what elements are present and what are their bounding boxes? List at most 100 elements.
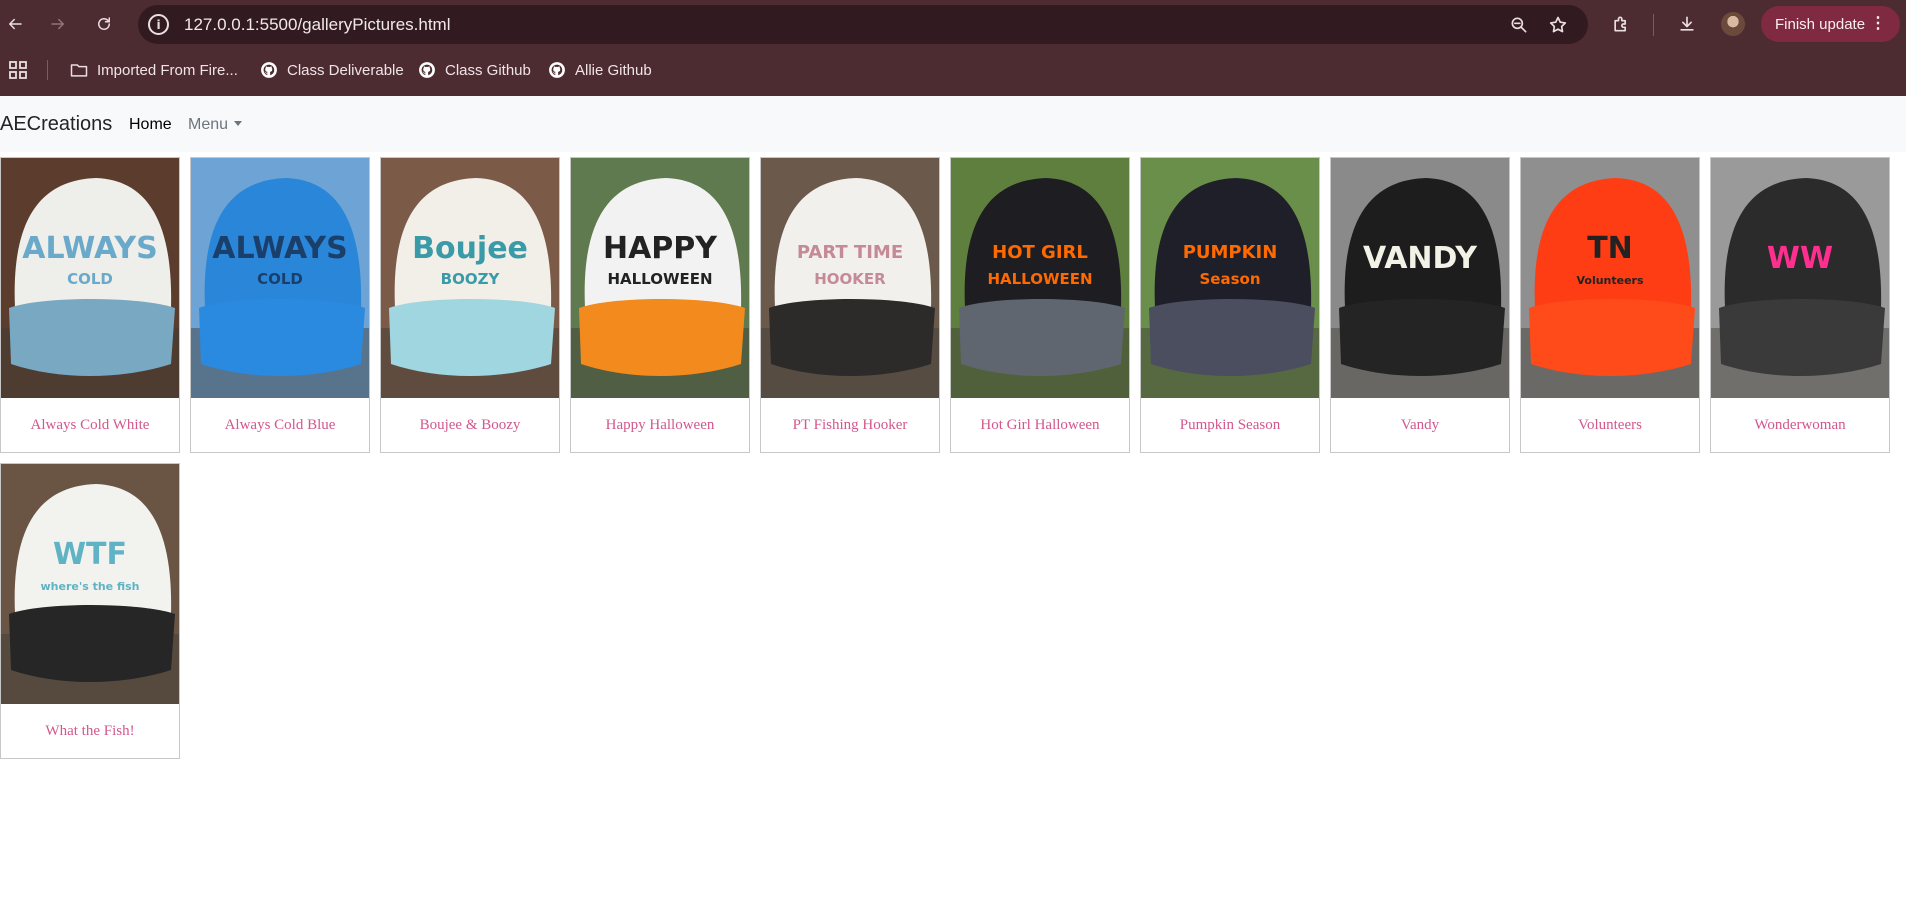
hat-print-main: Boujee [412, 231, 528, 266]
hat-bill [579, 299, 745, 376]
hat-image: WW [1711, 158, 1889, 398]
caret-down-icon [234, 121, 243, 126]
bookmark-imported[interactable]: Imported From Fire... [69, 58, 238, 82]
brand-logo[interactable]: AECreations [0, 113, 112, 136]
gallery-card[interactable]: VANDY Vandy [1330, 157, 1510, 453]
hat-bill [1149, 299, 1315, 376]
hat-print-sub: Season [1199, 270, 1260, 288]
nav-home-link[interactable]: Home [129, 116, 172, 134]
hat-bill [1529, 299, 1695, 376]
hat-image: WTF where's the fish [1, 464, 179, 704]
back-icon[interactable] [1, 10, 29, 38]
hat-print-sub: HOOKER [814, 270, 886, 288]
gallery-card[interactable]: Boujee BOOZY Boujee & Boozy [380, 157, 560, 453]
hat-print-main: PUMPKIN [1183, 242, 1278, 263]
hat-print-main: WW [1767, 241, 1833, 276]
hat-print-sub: COLD [257, 270, 303, 288]
gallery-caption[interactable]: Always Cold White [1, 398, 179, 452]
bookmark-label: Class Github [445, 61, 531, 79]
hat-photo[interactable]: PUMPKIN Season [1141, 158, 1319, 398]
gallery-caption[interactable]: Pumpkin Season [1141, 398, 1319, 452]
hat-print-main: ALWAYS [212, 231, 347, 266]
hat-image: PART TIME HOOKER [761, 158, 939, 398]
profile-avatar[interactable] [1721, 12, 1745, 36]
gallery-card[interactable]: PUMPKIN Season Pumpkin Season [1140, 157, 1320, 453]
address-bar[interactable]: i 127.0.0.1:5500/galleryPictures.html [138, 5, 1588, 44]
gallery-caption[interactable]: Hot Girl Halloween [951, 398, 1129, 452]
hat-bill [1719, 299, 1885, 376]
bookmark-allie-github[interactable]: Allie Github [547, 58, 652, 82]
finish-update-label: Finish update [1775, 15, 1866, 33]
folder-icon [70, 64, 88, 77]
github-icon [261, 62, 277, 78]
gallery-card[interactable]: PART TIME HOOKER PT Fishing Hooker [760, 157, 940, 453]
hat-print-main: TN [1587, 231, 1633, 266]
hat-photo[interactable]: VANDY [1331, 158, 1509, 398]
hat-bill [199, 299, 365, 376]
gallery-caption[interactable]: Vandy [1331, 398, 1509, 452]
hat-print-sub: COLD [67, 270, 113, 288]
reload-icon[interactable] [90, 10, 118, 38]
hat-image: HAPPY HALLOWEEN [571, 158, 749, 398]
github-icon [549, 62, 565, 78]
hat-print-main: HAPPY [603, 231, 718, 266]
gallery-caption[interactable]: What the Fish! [1, 704, 179, 758]
hat-bill [9, 299, 175, 376]
hat-photo[interactable]: PART TIME HOOKER [761, 158, 939, 398]
hat-photo[interactable]: TN Volunteers [1521, 158, 1699, 398]
hat-bill [1339, 299, 1505, 376]
site-info-icon[interactable]: i [148, 14, 169, 35]
extensions-icon[interactable] [1611, 14, 1633, 36]
hat-print-sub: HALLOWEEN [607, 270, 712, 288]
hat-image: TN Volunteers [1521, 158, 1699, 398]
gallery-card[interactable]: HOT GIRL HALLOWEEN Hot Girl Halloween [950, 157, 1130, 453]
nav-menu-label: Menu [188, 116, 229, 133]
hat-bill [9, 605, 175, 682]
hat-print-sub: HALLOWEEN [987, 270, 1092, 288]
bookmark-label: Allie Github [575, 61, 652, 79]
bookmark-class-github[interactable]: Class Github [417, 58, 531, 82]
nav-menu-dropdown[interactable]: Menu [188, 116, 243, 134]
bookmark-class-deliverable[interactable]: Class Deliverable [259, 58, 404, 82]
finish-update-button[interactable]: Finish update ⋮ [1761, 6, 1900, 42]
url-text[interactable]: 127.0.0.1:5500/galleryPictures.html [184, 15, 451, 35]
hat-photo[interactable]: ALWAYS COLD [1, 158, 179, 398]
github-icon [419, 62, 435, 78]
apps-grid-icon[interactable] [8, 60, 28, 80]
more-menu-icon[interactable]: ⋮ [1870, 14, 1886, 34]
gallery-caption[interactable]: Volunteers [1521, 398, 1699, 452]
hat-photo[interactable]: HOT GIRL HALLOWEEN [951, 158, 1129, 398]
forward-icon[interactable] [44, 10, 72, 38]
gallery-card[interactable]: ALWAYS COLD Always Cold White [0, 157, 180, 453]
toolbar-divider [1653, 14, 1654, 36]
star-icon[interactable] [1548, 15, 1568, 35]
hat-image: ALWAYS COLD [191, 158, 369, 398]
bookmark-label: Class Deliverable [287, 61, 404, 79]
gallery-caption[interactable]: Always Cold Blue [191, 398, 369, 452]
hat-print-sub: where's the fish [41, 580, 140, 593]
hat-photo[interactable]: ALWAYS COLD [191, 158, 369, 398]
gallery-caption[interactable]: Wonderwoman [1711, 398, 1889, 452]
gallery-caption[interactable]: PT Fishing Hooker [761, 398, 939, 452]
download-icon[interactable] [1677, 14, 1699, 36]
gallery-card[interactable]: ALWAYS COLD Always Cold Blue [190, 157, 370, 453]
hat-photo[interactable]: Boujee BOOZY [381, 158, 559, 398]
hat-photo[interactable]: WTF where's the fish [1, 464, 179, 704]
gallery-card[interactable]: HAPPY HALLOWEEN Happy Halloween [570, 157, 750, 453]
hat-image: ALWAYS COLD [1, 158, 179, 398]
hat-print-main: ALWAYS [22, 231, 157, 266]
gallery-caption[interactable]: Boujee & Boozy [381, 398, 559, 452]
hat-photo[interactable]: WW [1711, 158, 1889, 398]
hat-bill [959, 299, 1125, 376]
bookmarks-divider [47, 60, 48, 80]
gallery-card[interactable]: WTF where's the fish What the Fish! [0, 463, 180, 759]
gallery-caption[interactable]: Happy Halloween [571, 398, 749, 452]
gallery-card[interactable]: TN Volunteers Volunteers [1520, 157, 1700, 453]
hat-photo[interactable]: HAPPY HALLOWEEN [571, 158, 749, 398]
hat-print-main: PART TIME [797, 242, 903, 263]
zoom-icon[interactable] [1509, 15, 1529, 35]
hat-print-sub: Volunteers [1576, 274, 1644, 287]
hat-image: HOT GIRL HALLOWEEN [951, 158, 1129, 398]
gallery-card[interactable]: WW Wonderwoman [1710, 157, 1890, 453]
bookmarks-bar: Imported From Fire... Class Deliverable … [0, 50, 1906, 90]
